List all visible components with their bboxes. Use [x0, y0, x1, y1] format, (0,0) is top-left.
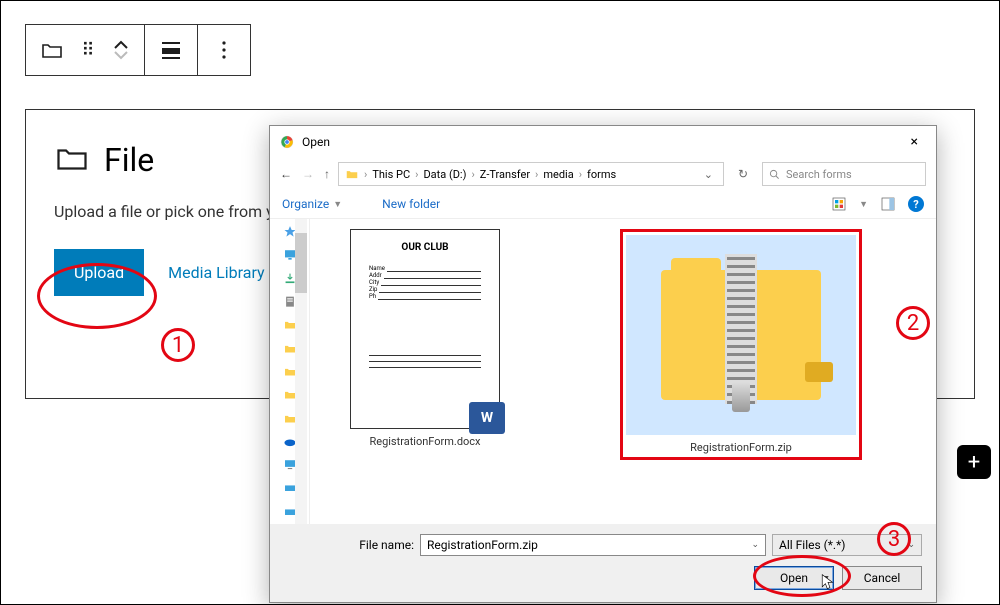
chevron-down-icon[interactable]: ⌄ — [751, 540, 759, 550]
open-file-dialog: Open × ← → ↑ › This PC› Data (D:)› Z-Tra… — [269, 125, 937, 603]
file-name-label: File name: — [284, 538, 414, 552]
search-input[interactable]: Search forms — [762, 162, 926, 186]
breadcrumb-item[interactable]: Data (D:) — [423, 168, 466, 181]
file-label: RegistrationForm.docx — [369, 435, 480, 448]
address-bar[interactable]: › This PC› Data (D:)› Z-Transfer› media›… — [338, 162, 724, 186]
close-icon[interactable]: × — [903, 132, 926, 152]
add-block-button[interactable]: + — [957, 445, 991, 479]
folder-small-icon — [345, 167, 359, 181]
chrome-icon — [280, 135, 294, 149]
drag-handle-icon[interactable]: ⠿ — [76, 38, 100, 62]
new-folder-link[interactable]: New folder — [382, 197, 440, 211]
annotation-circle-2: 2 — [896, 306, 930, 340]
media-library-link[interactable]: Media Library — [168, 263, 264, 282]
word-badge-icon: W — [469, 402, 505, 434]
annotation-oval-upload — [37, 263, 157, 329]
dialog-titlebar: Open × — [270, 126, 936, 158]
refresh-icon[interactable]: ↻ — [732, 167, 754, 181]
annotation-circle-3: 3 — [877, 522, 911, 556]
file-list: OUR CLUB Name Addr City Zip Ph W Registr… — [310, 219, 936, 524]
nav-back-icon[interactable]: ← — [280, 167, 292, 181]
breadcrumb-item[interactable]: This PC — [372, 168, 410, 181]
folder-icon[interactable] — [40, 38, 64, 62]
file-item-docx[interactable]: OUR CLUB Name Addr City Zip Ph W Registr… — [350, 229, 500, 448]
qa-scrollbar-thumb[interactable] — [295, 233, 307, 293]
organize-menu[interactable]: Organize — [282, 197, 329, 211]
quick-access-sidebar[interactable] — [270, 219, 310, 524]
view-thumbnails-icon[interactable] — [831, 196, 847, 212]
nav-forward-icon[interactable]: → — [302, 167, 314, 181]
view-dropdown-icon[interactable]: ▼ — [859, 199, 868, 210]
block-toolbar: ⠿ — [25, 24, 251, 76]
file-item-zip-selected[interactable]: RegistrationForm.zip — [620, 229, 862, 460]
more-icon[interactable] — [212, 38, 236, 62]
cancel-button[interactable]: Cancel — [842, 566, 922, 590]
help-icon[interactable]: ? — [908, 196, 924, 212]
preview-pane-icon[interactable] — [880, 196, 896, 212]
search-placeholder: Search forms — [786, 168, 852, 181]
breadcrumb-item[interactable]: Z-Transfer — [480, 168, 530, 181]
zip-folder-icon — [661, 270, 821, 400]
zip-thumbnail — [626, 235, 856, 435]
annotation-circle-1: 1 — [161, 328, 195, 362]
file-title: File — [104, 141, 154, 179]
docx-thumbnail: OUR CLUB Name Addr City Zip Ph W — [350, 229, 500, 429]
file-label: RegistrationForm.zip — [690, 441, 792, 454]
search-icon — [769, 169, 780, 180]
breadcrumb-dropdown-icon[interactable]: ⌄ — [700, 168, 717, 181]
file-icon — [54, 140, 90, 180]
file-name-input[interactable]: RegistrationForm.zip ⌄ — [420, 534, 766, 556]
nav-up-icon[interactable]: ↑ — [324, 167, 330, 181]
move-up-down[interactable] — [112, 40, 130, 60]
align-icon[interactable] — [159, 38, 183, 62]
dialog-title: Open — [302, 135, 330, 149]
annotation-oval-open — [753, 555, 851, 597]
breadcrumb-item[interactable]: media — [543, 168, 573, 181]
breadcrumb-item[interactable]: forms — [587, 168, 616, 181]
